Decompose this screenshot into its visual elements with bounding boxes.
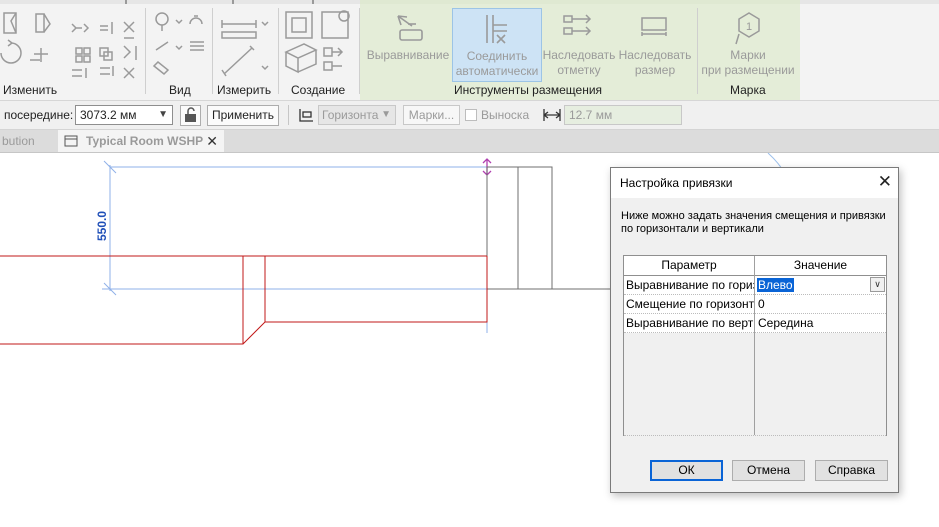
help-button[interactable]: Справка: [815, 460, 888, 481]
view-tools-icons[interactable]: [150, 8, 210, 80]
ribbon: Изменить Вид Измерить Создание Выравнива…: [0, 0, 939, 101]
svg-text:1: 1: [746, 21, 752, 33]
dimension-lines: [102, 160, 487, 296]
inherit-elevation-icon: [563, 14, 592, 36]
dialog-title: Настройка привязки: [620, 176, 733, 190]
lock-button[interactable]: [180, 105, 201, 126]
modify-panel-label: Изменить: [3, 83, 58, 97]
lock-icon: [184, 107, 196, 122]
view-tab-bar: bution Typical Room WSHP ✕: [0, 130, 939, 153]
inherit-size-label-line2: размер: [634, 63, 676, 77]
offset-label: посередине:: [4, 108, 74, 122]
close-icon[interactable]: ✕: [206, 130, 218, 152]
equipment-outline[interactable]: [486, 166, 610, 290]
orientation-value: Горизонта: [322, 108, 379, 122]
chevron-down-icon: ▼: [158, 109, 168, 120]
anchor-settings-dialog: Настройка привязки ✕ Ниже можно задать з…: [610, 167, 899, 493]
inherit-elevation-label-line2: отметку: [557, 63, 601, 77]
cancel-button[interactable]: Отмена: [732, 460, 805, 481]
row-param-vertical-align: Выравнивание по вертикали: [624, 314, 754, 333]
inherit-size-button[interactable]: Наследовать размер: [618, 8, 692, 80]
tags-button[interactable]: Марки...: [403, 105, 460, 125]
view-icon: [64, 135, 78, 147]
inherit-size-label-line1: Наследовать: [618, 48, 692, 62]
options-bar: посередине: 3073.2 мм ▼ Применить Горизо…: [0, 101, 939, 130]
leader-length-icon: [543, 109, 561, 121]
tag-on-placement-button[interactable]: 1 Марки при размещении: [698, 8, 798, 80]
offset-combo[interactable]: 3073.2 мм ▼: [75, 105, 173, 125]
measure-panel-label: Измерить: [217, 83, 272, 97]
orientation-combo[interactable]: Горизонта ▼: [318, 105, 396, 125]
measure-tools-icons[interactable]: [216, 8, 276, 80]
view-panel-label: Вид: [169, 83, 191, 97]
auto-connect-label-line2: автоматически: [455, 64, 539, 78]
auto-connect-label-line1: Соединить: [466, 49, 528, 63]
duct-outline[interactable]: [0, 255, 488, 345]
create-panel-label: Создание: [291, 83, 346, 97]
tag-panel-label: Марка: [730, 83, 766, 97]
leader-checkbox[interactable]: [465, 109, 477, 121]
leader-label: Выноска: [481, 108, 530, 122]
leader-length-value: 12.7 мм: [569, 108, 613, 122]
modify-tools-icons[interactable]: [0, 8, 145, 80]
chevron-down-icon: ▼: [381, 109, 391, 120]
inherit-elevation-button[interactable]: Наследовать отметку: [542, 8, 616, 80]
dimension-text[interactable]: 550.0: [95, 211, 109, 241]
close-icon[interactable]: ✕: [878, 172, 892, 192]
column-header-value: Значение: [755, 256, 886, 276]
align-icon: [397, 15, 423, 41]
orientation-icon: [299, 109, 313, 122]
row-param-horizontal-align: Выравнивание по горизонтали: [624, 276, 754, 295]
selected-value: Влево: [757, 278, 794, 292]
chevron-down-icon[interactable]: ∨: [870, 277, 885, 292]
row-param-horizontal-offset: Смещение по горизонтали: [624, 295, 754, 314]
apply-button[interactable]: Применить: [207, 105, 279, 126]
tag-icon: 1: [735, 12, 760, 45]
align-button[interactable]: Выравнивание: [364, 8, 452, 80]
create-tools-icons[interactable]: [282, 8, 356, 80]
grid-empty-area: [624, 333, 886, 436]
inherit-elevation-label-line1: Наследовать: [542, 48, 616, 62]
tab-label: bution: [2, 134, 35, 148]
row-value-horizontal-offset[interactable]: 0: [755, 295, 886, 314]
inherit-size-icon: [641, 17, 667, 36]
row-value-vertical-align[interactable]: Середина: [755, 314, 886, 333]
tag-on-placement-label-line1: Марки: [730, 48, 766, 62]
tags-button-label: Марки...: [408, 108, 455, 122]
column-header-parameter: Параметр: [624, 256, 754, 276]
ok-button[interactable]: ОК: [650, 460, 723, 481]
dialog-description: Ниже можно задать значения смещения и пр…: [621, 210, 886, 235]
dialog-title-bar: Настройка привязки ✕: [611, 168, 898, 198]
placement-tools-panel-label: Инструменты размещения: [454, 83, 603, 97]
tab-label: Typical Room WSHP: [86, 134, 204, 148]
tag-on-placement-label-line2: при размещении: [701, 63, 795, 77]
auto-connect-button[interactable]: Соединить автоматически: [452, 8, 542, 82]
align-label: Выравнивание: [366, 48, 450, 62]
properties-grid: Параметр Значение Выравнивание по горизо…: [623, 255, 887, 436]
auto-connect-icon: [486, 15, 507, 44]
row-value-horizontal-align[interactable]: Влево ∨: [755, 276, 886, 295]
tab-typical-room[interactable]: Typical Room WSHP ✕: [58, 130, 224, 152]
leader-length-field[interactable]: 12.7 мм: [564, 105, 682, 125]
offset-value: 3073.2 мм: [80, 108, 137, 122]
tab-distribution[interactable]: bution: [0, 130, 58, 152]
